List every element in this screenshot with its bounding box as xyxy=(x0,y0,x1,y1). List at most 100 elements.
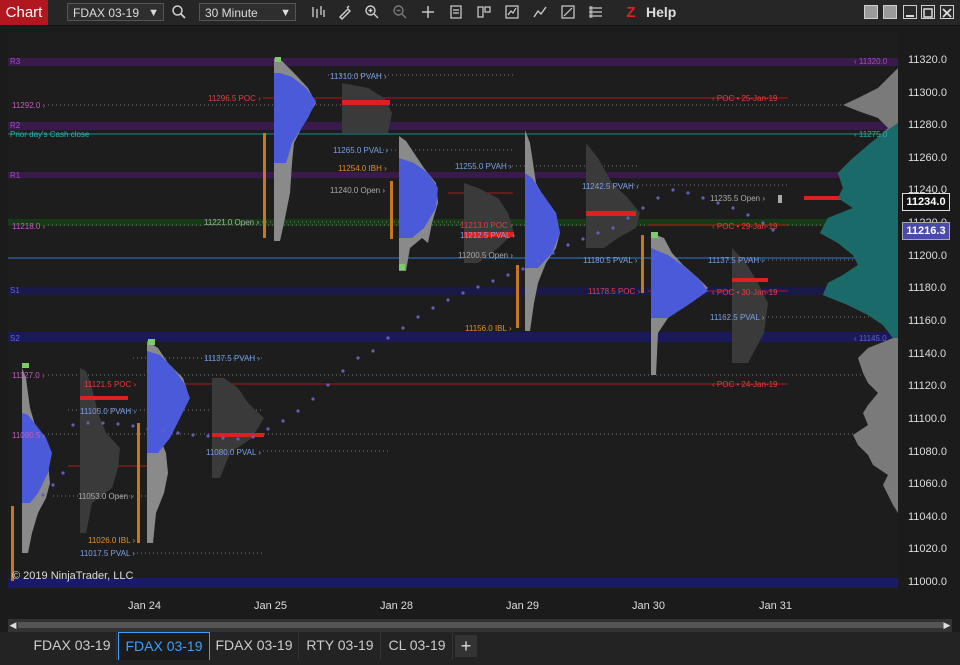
price-tick: 11260.0 xyxy=(908,152,947,164)
timeframe-selector[interactable]: 30 Minute ▼ xyxy=(199,3,296,21)
tab-fdax-3[interactable]: FDAX 03-19 xyxy=(210,632,299,660)
pvah-11137-label: 11137.5 PVAH › xyxy=(204,354,260,363)
scroll-thumb[interactable] xyxy=(18,622,944,628)
s2-band xyxy=(8,332,898,342)
s2-right-label: ‹ 11145.0 xyxy=(854,334,887,343)
profile-jan23 xyxy=(11,363,52,581)
pvah-11310-label: 11310.0 PVAH › xyxy=(330,72,387,81)
price-tick: 11280.0 xyxy=(908,119,947,131)
poc-29jan-label: ‹ POC • 29-Jan-19 xyxy=(712,222,778,231)
horizontal-scrollbar[interactable]: ◀ ▶ xyxy=(8,619,952,632)
help-menu[interactable]: Help xyxy=(646,3,676,21)
s3-band xyxy=(8,578,898,588)
minimize-icon[interactable] xyxy=(903,5,917,19)
tab-bar: FDAX 03-19 FDAX 03-19 FDAX 03-19 RTY 03-… xyxy=(0,632,960,665)
tab-fdax-1[interactable]: FDAX 03-19 xyxy=(28,632,117,660)
chart-title: Chart xyxy=(0,0,48,25)
pval-11212-label: 11212.5 PVAL › xyxy=(460,231,515,240)
chart-trader-icon[interactable] xyxy=(559,4,577,22)
pval-11080-label: 11080.0 PVAL › xyxy=(206,448,261,457)
pvah-11105-label: 11105.0 PVAH › xyxy=(80,407,136,416)
pvah-11255-label: 11255.0 PVAH › xyxy=(455,162,512,171)
label-11218: 11218.0 › xyxy=(12,222,46,231)
r2-right-label: ‹ 11275.0 xyxy=(854,130,888,139)
r3-right-label: ‹ 11320.0 xyxy=(854,57,888,66)
chevron-down-icon: ▼ xyxy=(148,7,159,19)
label-11090: 11090.5 › xyxy=(12,431,46,440)
zoom-out-icon[interactable] xyxy=(391,4,409,22)
price-tick: 11020.0 xyxy=(908,543,947,555)
date-tick: Jan 25 xyxy=(254,600,288,612)
chart-panel[interactable]: R3 R2 Prior day's Cash close R1 S1 S2 ‹ … xyxy=(8,33,898,590)
bar-style-icon[interactable] xyxy=(309,4,327,22)
instrument-selector[interactable]: FDAX 03-19 ▼ xyxy=(67,3,164,21)
label-11127: 11127.0 › xyxy=(12,371,45,380)
price-tick: 11060.0 xyxy=(908,478,947,490)
templates-icon[interactable] xyxy=(475,4,493,22)
search-icon[interactable] xyxy=(170,4,188,22)
market-profile-chart[interactable]: R3 R2 Prior day's Cash close R1 S1 S2 ‹ … xyxy=(8,33,898,590)
pvah-11137b-label: 11137.5 PVAH › xyxy=(708,256,764,265)
label-11292: 11292.0 › xyxy=(12,101,46,110)
poc-11213-label: 11213.0 POC › xyxy=(460,221,513,230)
timeframe-value: 30 Minute xyxy=(205,6,258,20)
profile-jan28-on xyxy=(342,83,392,133)
price-axis[interactable]: 11320.0 11300.0 11280.0 11260.0 11240.0 … xyxy=(898,33,960,590)
open-11221-label: 11221.0 Open › xyxy=(204,218,259,227)
scroll-right-icon[interactable]: ▶ xyxy=(942,619,952,632)
close-icon[interactable] xyxy=(940,5,954,19)
composite-profile xyxy=(820,68,898,553)
price-tick: 11180.0 xyxy=(908,282,947,294)
restore-icon[interactable] xyxy=(864,5,878,19)
price-tick: 11160.0 xyxy=(908,315,947,327)
add-tab-icon[interactable]: + xyxy=(455,635,477,657)
poc-25jan-label: ‹ POC • 25-Jan-19 xyxy=(712,94,778,103)
poc-11296-label: 11296.5 POC › xyxy=(208,94,261,103)
price-tick: 11140.0 xyxy=(908,348,947,360)
toolbar: Chart FDAX 03-19 ▼ 30 Minute ▼ Z Help xyxy=(0,0,960,26)
date-tick: Jan 30 xyxy=(632,600,666,612)
pval-11162-label: 11162.5 PVAL › xyxy=(710,313,765,322)
price-tick: 11040.0 xyxy=(908,511,947,523)
price-tick: 11300.0 xyxy=(908,87,947,99)
poc-11178-label: 11178.5 POC › xyxy=(588,287,641,296)
poc-30jan-label: ‹ POC • 30-Jan-19 xyxy=(712,288,778,297)
properties-icon[interactable] xyxy=(587,4,605,22)
pivot-r2-label: R2 xyxy=(10,121,21,130)
price-tick: 11200.0 xyxy=(908,250,947,262)
data-box-icon[interactable] xyxy=(447,4,465,22)
tab-rty[interactable]: RTY 03-19 xyxy=(300,632,381,660)
draw-pencil-icon[interactable] xyxy=(336,4,354,22)
marker-price-badge: 11216.3 xyxy=(902,222,950,240)
ibh-11254-label: 11254.0 IBH › xyxy=(338,164,387,173)
window-option-icon[interactable] xyxy=(883,5,897,19)
scroll-left-icon[interactable]: ◀ xyxy=(8,619,18,632)
date-tick: Jan 28 xyxy=(380,600,414,612)
zoom-in-icon[interactable] xyxy=(363,4,381,22)
open-11240-label: 11240.0 Open › xyxy=(330,186,385,195)
crosshair-icon[interactable] xyxy=(419,4,437,22)
price-tick: 11080.0 xyxy=(908,446,947,458)
price-tick: 11120.0 xyxy=(908,380,947,392)
pivot-s1-label: S1 xyxy=(10,286,20,295)
poc-24jan-label: ‹ POC • 24-Jan-19 xyxy=(712,380,778,389)
open-11235-label: 11235.5 Open › xyxy=(710,194,765,203)
date-axis[interactable]: Jan 24 Jan 25 Jan 28 Jan 29 Jan 30 Jan 3… xyxy=(8,590,898,618)
profile-jan25-on xyxy=(212,378,264,478)
indicators-icon[interactable] xyxy=(503,4,521,22)
profile-jan25 xyxy=(263,57,316,241)
z-logo-icon[interactable]: Z xyxy=(622,4,640,22)
pvah-11242-label: 11242.5 PVAH › xyxy=(582,182,639,191)
tab-cl[interactable]: CL 03-19 xyxy=(382,632,453,660)
r3-band xyxy=(8,58,898,66)
maximize-icon[interactable] xyxy=(921,5,935,19)
strategies-icon[interactable] xyxy=(531,4,549,22)
r2-band xyxy=(8,122,898,130)
prior-close-label: Prior day's Cash close xyxy=(10,130,90,139)
pivot-r1-label: R1 xyxy=(10,171,21,180)
pval-11265-label: 11265.0 PVAL › xyxy=(333,146,388,155)
profile-jan28 xyxy=(390,136,438,271)
tab-fdax-active[interactable]: FDAX 03-19 xyxy=(118,632,210,660)
poc-11121-label: 11121.5 POC › xyxy=(84,380,137,389)
profile-jan30 xyxy=(641,232,708,375)
